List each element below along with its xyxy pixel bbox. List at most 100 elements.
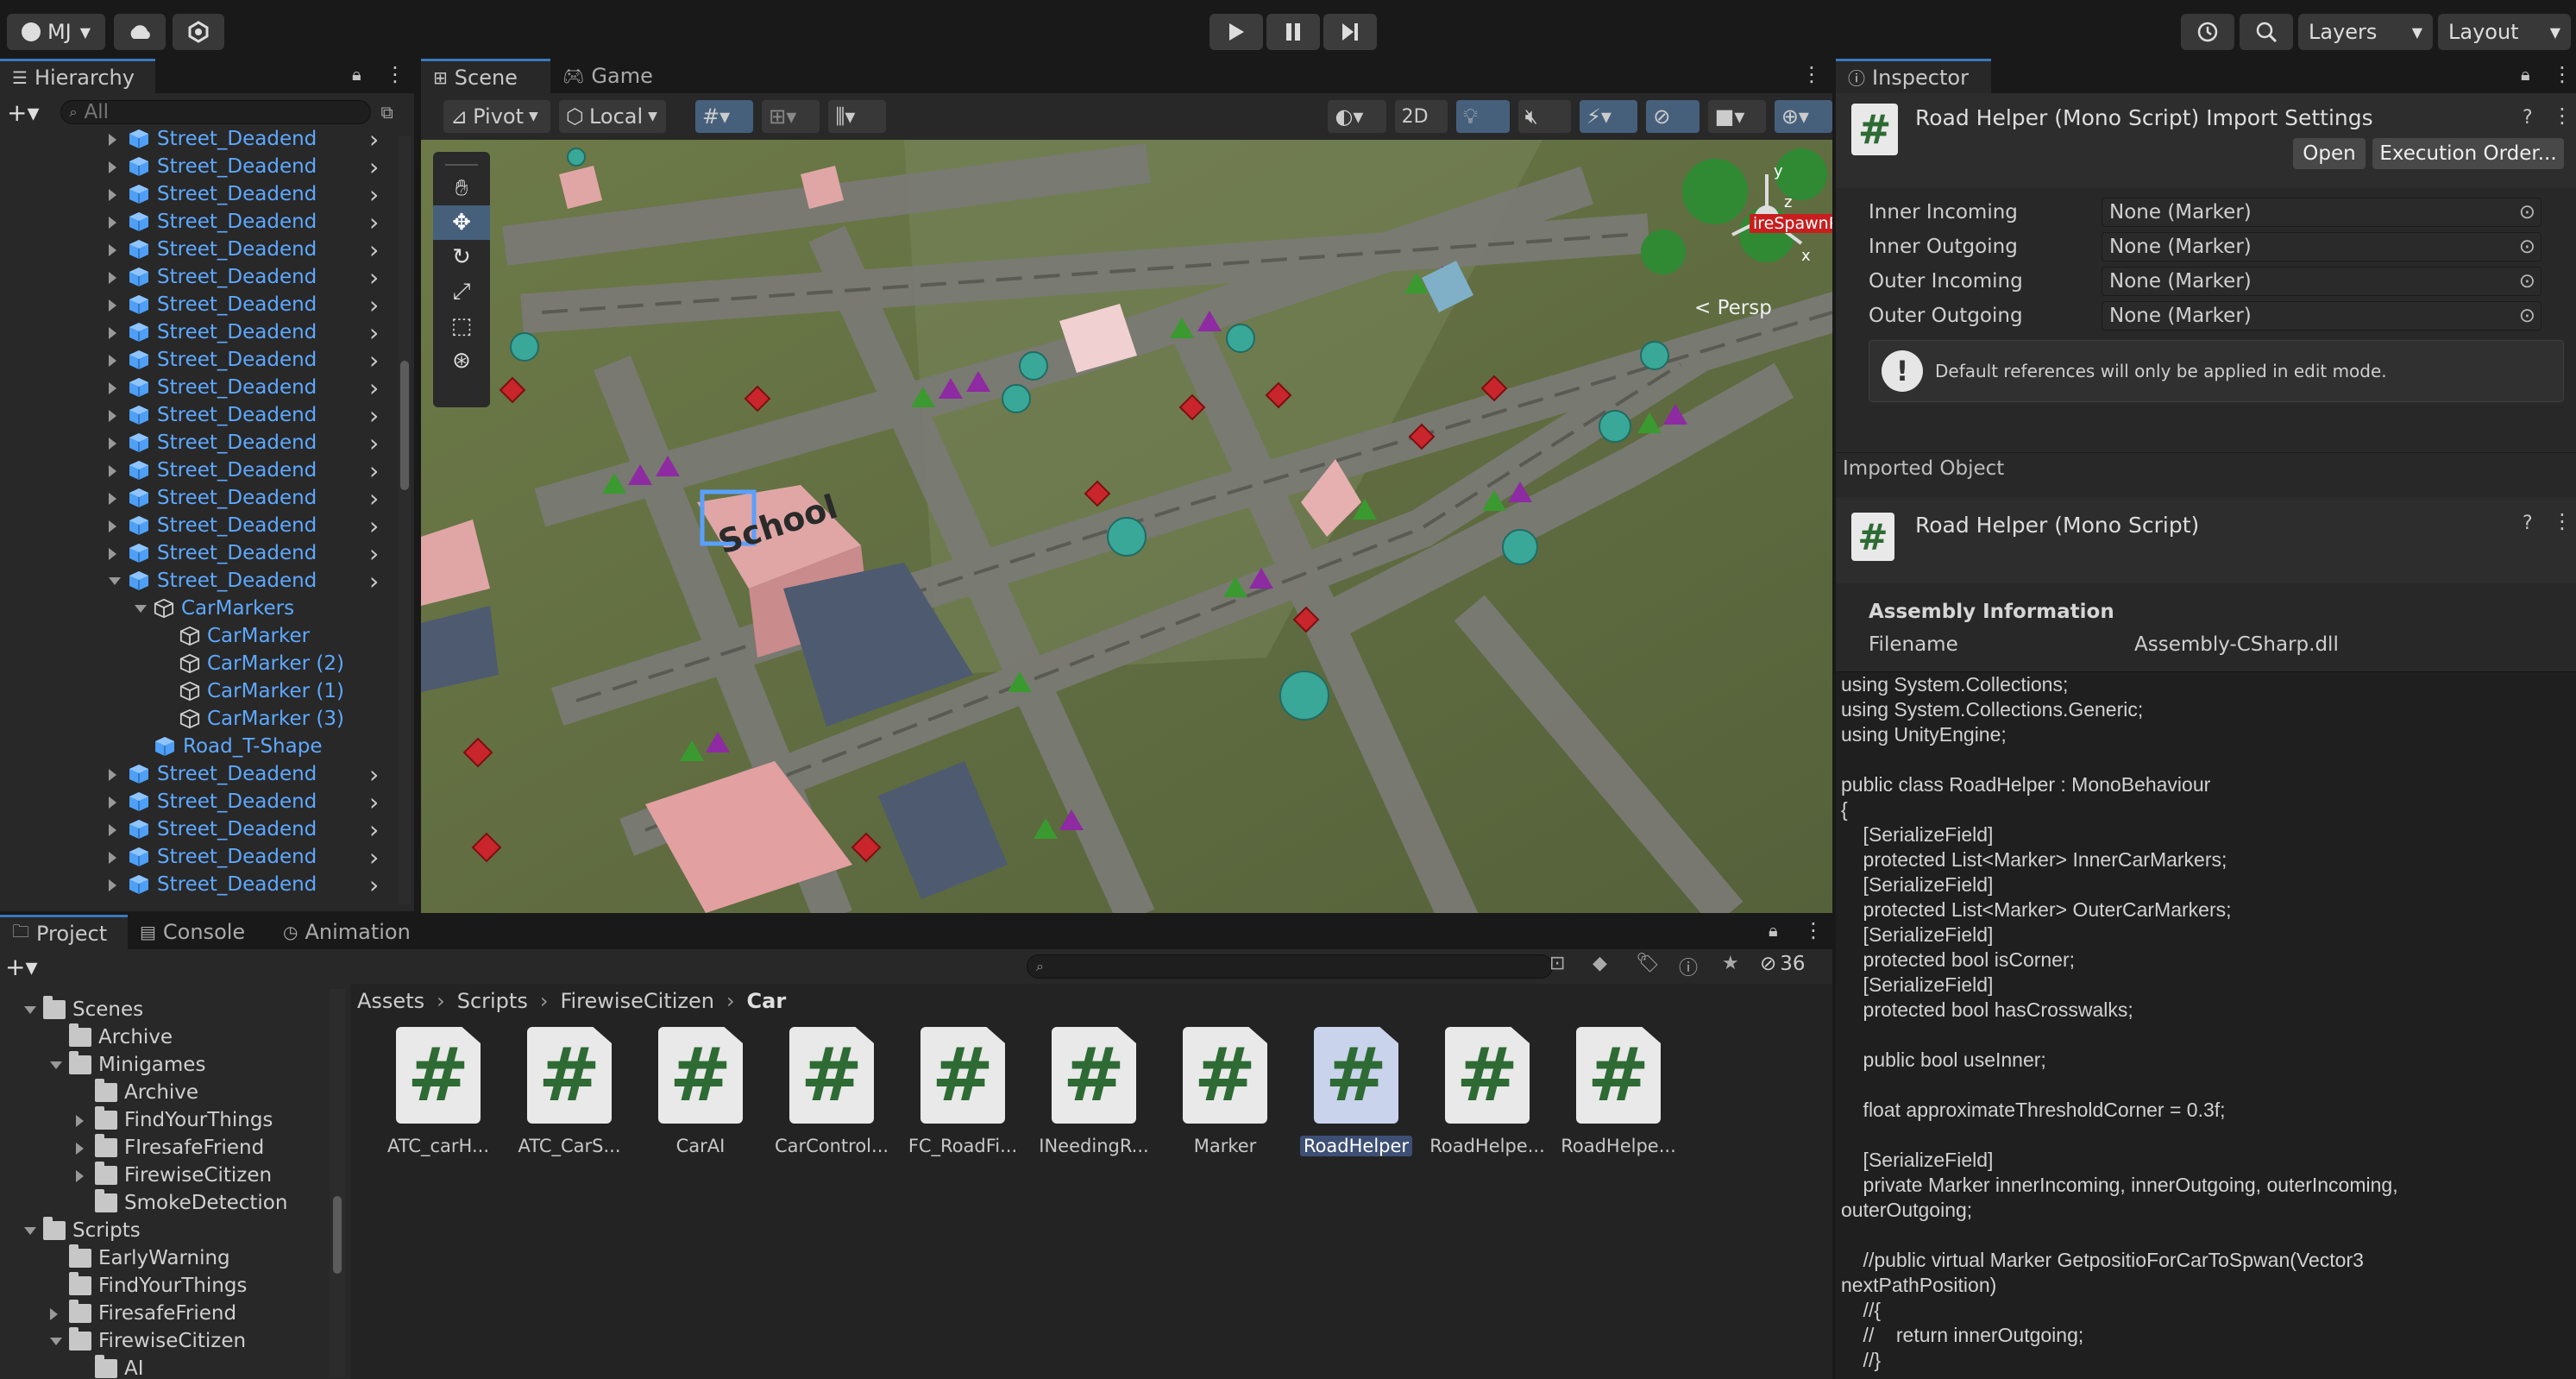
expand-arrow-icon[interactable] <box>109 217 116 229</box>
object-picker-icon[interactable]: ⊙ <box>2519 236 2535 258</box>
chevron-right-icon[interactable]: › <box>369 429 379 457</box>
hierarchy-item[interactable]: Street_Deadend › <box>0 457 397 485</box>
hierarchy-item[interactable]: Street_Deadend › <box>0 153 397 181</box>
rect-tool[interactable]: ⬚ <box>433 309 490 343</box>
hierarchy-item[interactable]: Street_Deadend › <box>0 484 397 513</box>
hidden-packages-toggle[interactable]: ⊘ 36 <box>1760 953 1806 975</box>
hierarchy-item[interactable]: Street_Deadend › <box>0 539 397 568</box>
hierarchy-item[interactable]: Street_Deadend › <box>0 318 397 347</box>
open-button[interactable]: Open <box>2293 138 2366 169</box>
collapse-arrow-icon[interactable] <box>50 1338 62 1345</box>
chevron-right-icon[interactable]: › <box>369 180 379 209</box>
expand-arrow-icon[interactable] <box>109 465 116 477</box>
hierarchy-item[interactable]: Street_Deadend › <box>0 291 397 319</box>
account-dropdown[interactable]: MJ ▼ <box>7 14 105 50</box>
object-picker-icon[interactable]: ⊙ <box>2519 270 2535 293</box>
add-button[interactable]: +▾ <box>5 953 38 981</box>
play-button[interactable] <box>1209 14 1263 50</box>
increment-snap-button[interactable]: ⊞▾ <box>762 100 820 133</box>
filter-label-icon[interactable]: 🏷︎ <box>1636 953 1660 974</box>
step-button[interactable] <box>1323 14 1377 50</box>
expand-arrow-icon[interactable] <box>109 327 116 339</box>
expand-arrow-icon[interactable] <box>109 382 116 394</box>
hierarchy-item[interactable]: Street_Deadend › <box>0 208 397 236</box>
chevron-right-icon[interactable]: › <box>369 539 379 568</box>
audio-toggle[interactable]: 🔇︎ <box>1517 100 1572 133</box>
breadcrumb-item[interactable]: Car <box>747 989 787 1013</box>
expand-arrow-icon[interactable] <box>109 548 116 560</box>
expand-arrow-icon[interactable] <box>109 189 116 201</box>
palette-handle[interactable] <box>445 157 478 166</box>
transform-tool[interactable]: ⊛ <box>433 343 490 378</box>
more-menu-icon[interactable]: ⋮ <box>2552 104 2573 128</box>
scene-viewport[interactable]: School ✋︎ ✥ ↻ ⤢ ⬚ ⊛ y z x ireSpawnP < Pe… <box>421 140 1832 913</box>
tab-scene[interactable]: ⊞ Scene <box>421 59 550 93</box>
asset-item[interactable]: # RoadHelpe... <box>1553 1027 1684 1156</box>
asset-item[interactable]: # ATC_carH... <box>373 1027 504 1156</box>
more-menu-icon[interactable]: ⋮ <box>1803 918 1824 942</box>
chevron-right-icon[interactable]: › <box>369 208 379 236</box>
tab-inspector[interactable]: ⓘ Inspector <box>1836 59 1991 93</box>
help-icon[interactable]: ? <box>2523 107 2533 129</box>
project-folder-item[interactable]: Scenes <box>0 996 345 1023</box>
tab-game[interactable]: 🎮︎ Game <box>550 59 663 93</box>
hierarchy-item[interactable]: Street_Deadend › <box>0 429 397 457</box>
more-menu-icon[interactable]: ⋮ <box>1801 62 1822 86</box>
hierarchy-item[interactable]: Street_Deadend › <box>0 815 397 844</box>
tab-project[interactable]: 🗀 Project <box>0 915 128 949</box>
asset-item[interactable]: # CarAI <box>635 1027 766 1156</box>
pivot-dropdown[interactable]: ⊿ Pivot ▼ <box>443 100 550 133</box>
more-menu-icon[interactable]: ⋮ <box>2552 509 2573 533</box>
cloud-button[interactable] <box>114 14 166 50</box>
hierarchy-item[interactable]: Street_Deadend › <box>0 871 397 899</box>
asset-item[interactable]: # INeedingR... <box>1028 1027 1159 1156</box>
project-folder-item[interactable]: FirewiseCitizen <box>0 1162 345 1189</box>
chevron-right-icon[interactable]: › <box>369 512 379 540</box>
collapse-arrow-icon[interactable] <box>109 577 121 585</box>
expand-arrow-icon[interactable] <box>109 134 116 146</box>
hierarchy-search-input[interactable]: ⌕ All <box>60 100 371 124</box>
chevron-right-icon[interactable]: › <box>369 291 379 319</box>
object-field[interactable]: None (Marker) ⊙ <box>2102 198 2541 227</box>
chevron-right-icon[interactable]: › <box>369 236 379 264</box>
favorite-icon[interactable]: ★ <box>1722 953 1739 974</box>
expand-arrow-icon[interactable] <box>109 824 116 836</box>
expand-arrow-icon[interactable] <box>109 493 116 505</box>
expand-arrow-icon[interactable] <box>109 797 116 809</box>
hierarchy-item[interactable]: Street_Deadend › <box>0 346 397 375</box>
collapse-arrow-icon[interactable] <box>50 1061 62 1069</box>
expand-arrow-icon[interactable] <box>109 355 116 367</box>
hierarchy-item[interactable]: Street_Deadend › <box>0 180 397 209</box>
lock-icon[interactable]: 🔒︎ <box>352 64 361 85</box>
hierarchy-item[interactable]: Street_Deadend › <box>0 788 397 816</box>
add-button[interactable]: +▾ <box>7 98 40 127</box>
expand-arrow-icon[interactable] <box>76 1170 84 1182</box>
project-folder-item[interactable]: Minigames <box>0 1051 345 1079</box>
hierarchy-item[interactable]: Street_Deadend › <box>0 125 397 154</box>
project-tree-scroll-thumb[interactable] <box>333 1196 342 1274</box>
hierarchy-item[interactable]: Street_Deadend › <box>0 263 397 292</box>
camera-button[interactable]: ■▾ <box>1707 100 1766 133</box>
asset-item[interactable]: # RoadHelper <box>1291 1027 1422 1156</box>
project-tree-scrollbar[interactable] <box>330 989 345 1377</box>
object-field[interactable]: None (Marker) ⊙ <box>2102 267 2541 296</box>
more-menu-icon[interactable]: ⋮ <box>385 62 405 86</box>
chevron-right-icon[interactable]: › <box>369 457 379 485</box>
ruler-button[interactable]: ⫼▾ <box>828 100 887 133</box>
object-field[interactable]: None (Marker) ⊙ <box>2102 232 2541 261</box>
search-button[interactable] <box>2240 14 2293 50</box>
hierarchy-item[interactable]: Street_Deadend › <box>0 512 397 540</box>
hand-tool[interactable]: ✋︎ <box>433 171 490 205</box>
lock-icon[interactable]: 🔒︎ <box>2521 64 2530 85</box>
hierarchy-item[interactable]: CarMarkers <box>0 595 397 622</box>
object-picker-icon[interactable]: ⊙ <box>2519 305 2535 327</box>
collapse-arrow-icon[interactable] <box>135 605 147 613</box>
lighting-toggle[interactable]: 💡︎ <box>1456 100 1510 133</box>
project-folder-item[interactable]: SmokeDetection <box>0 1189 345 1217</box>
chevron-right-icon[interactable]: › <box>369 788 379 816</box>
more-menu-icon[interactable]: ⋮ <box>2552 62 2573 86</box>
object-field[interactable]: None (Marker) ⊙ <box>2102 301 2541 331</box>
chevron-right-icon[interactable]: › <box>369 125 379 154</box>
collapse-arrow-icon[interactable] <box>24 1006 36 1014</box>
hierarchy-item[interactable]: CarMarker <box>0 622 397 650</box>
